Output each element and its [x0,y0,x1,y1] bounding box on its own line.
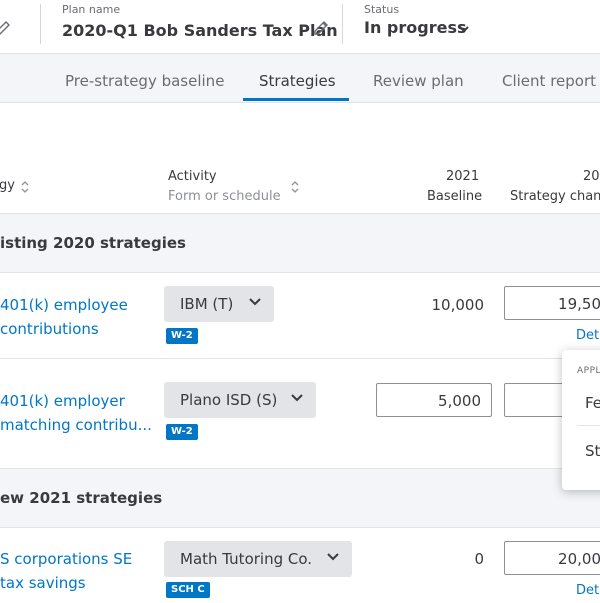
baseline-value: 10,000 [431,296,485,314]
baseline-value: 0 [474,550,484,568]
activity-dropdown[interactable]: Math Tutoring Co. [164,541,352,577]
chevron-down-icon [249,298,261,306]
table-row: 401(k) employee contributions IBM (T) W-… [0,272,600,358]
tab-strategies[interactable]: Strategies [259,72,336,90]
col-year-header: 2021 [446,169,480,184]
chevron-down-icon [459,26,469,33]
status-dropdown[interactable]: In progress [364,18,474,40]
col-strategy-header[interactable]: gy [0,178,15,193]
col-change-year-header: 20 [583,169,600,184]
table-row: 401(k) employer matching contribu... Pla… [0,359,600,467]
section-label: isting 2020 strategies [0,234,186,252]
plan-name-label: Plan name [62,3,121,16]
section-label: ew 2021 strategies [0,489,163,507]
popover-item-federal[interactable]: Fe [585,394,600,412]
details-link[interactable]: Deta [576,579,600,603]
popover-divider [577,425,600,426]
tab-client-report[interactable]: Client report [502,72,596,90]
section-new-strategies: ew 2021 strategies [0,468,600,528]
activity-dropdown[interactable]: Plano ISD (S) [164,382,316,418]
activity-dropdown[interactable]: IBM (T) [164,286,274,322]
form-badge: W-2 [166,424,198,440]
form-badge: SCH C [166,582,210,598]
tab-review-plan[interactable]: Review plan [373,72,464,90]
baseline-input[interactable]: 5,000 [376,383,492,417]
col-change-header: Strategy chan [510,189,600,204]
plan-name: 2020-Q1 Bob Sanders Tax Plan [62,21,338,40]
header-divider [40,4,41,44]
col-activity-header[interactable]: Activity [168,169,217,184]
strategy-change-input[interactable]: 20,00 [504,541,600,575]
tab-pre-strategy-baseline[interactable]: Pre-strategy baseline [65,72,224,90]
strategy-link[interactable]: 401(k) employee contributions [0,293,128,341]
pencil-icon[interactable] [0,18,10,40]
table-row: S corporations SE tax savings Math Tutor… [0,527,600,600]
chevron-down-icon [291,394,303,402]
status-label: Status [364,3,400,16]
details-link[interactable]: Det [576,324,599,348]
form-badge: W-2 [166,328,198,344]
section-existing-strategies: isting 2020 strategies [0,213,600,273]
strategy-link[interactable]: S corporations SE tax savings [0,547,132,595]
strategy-link[interactable]: 401(k) employer matching contribu... [0,389,152,437]
popover-item-state[interactable]: St [585,442,600,460]
strategy-change-input[interactable]: 19,50 [504,286,600,320]
chevron-down-icon [327,553,339,561]
apply-popover: APPLI Fe St [562,350,600,490]
header-divider-2 [342,4,343,44]
col-baseline-header: Baseline [427,189,483,204]
tab-bar: Pre-strategy baseline Strategies Review … [0,53,600,103]
sort-icon[interactable] [20,179,30,198]
status-value: In progress [364,18,467,37]
popover-heading: APPLI [577,366,600,376]
col-activity-subheader: Form or schedule [168,189,281,204]
active-tab-indicator [243,98,349,101]
edit-plan-name-icon[interactable] [312,19,330,41]
sort-icon[interactable] [290,179,300,198]
